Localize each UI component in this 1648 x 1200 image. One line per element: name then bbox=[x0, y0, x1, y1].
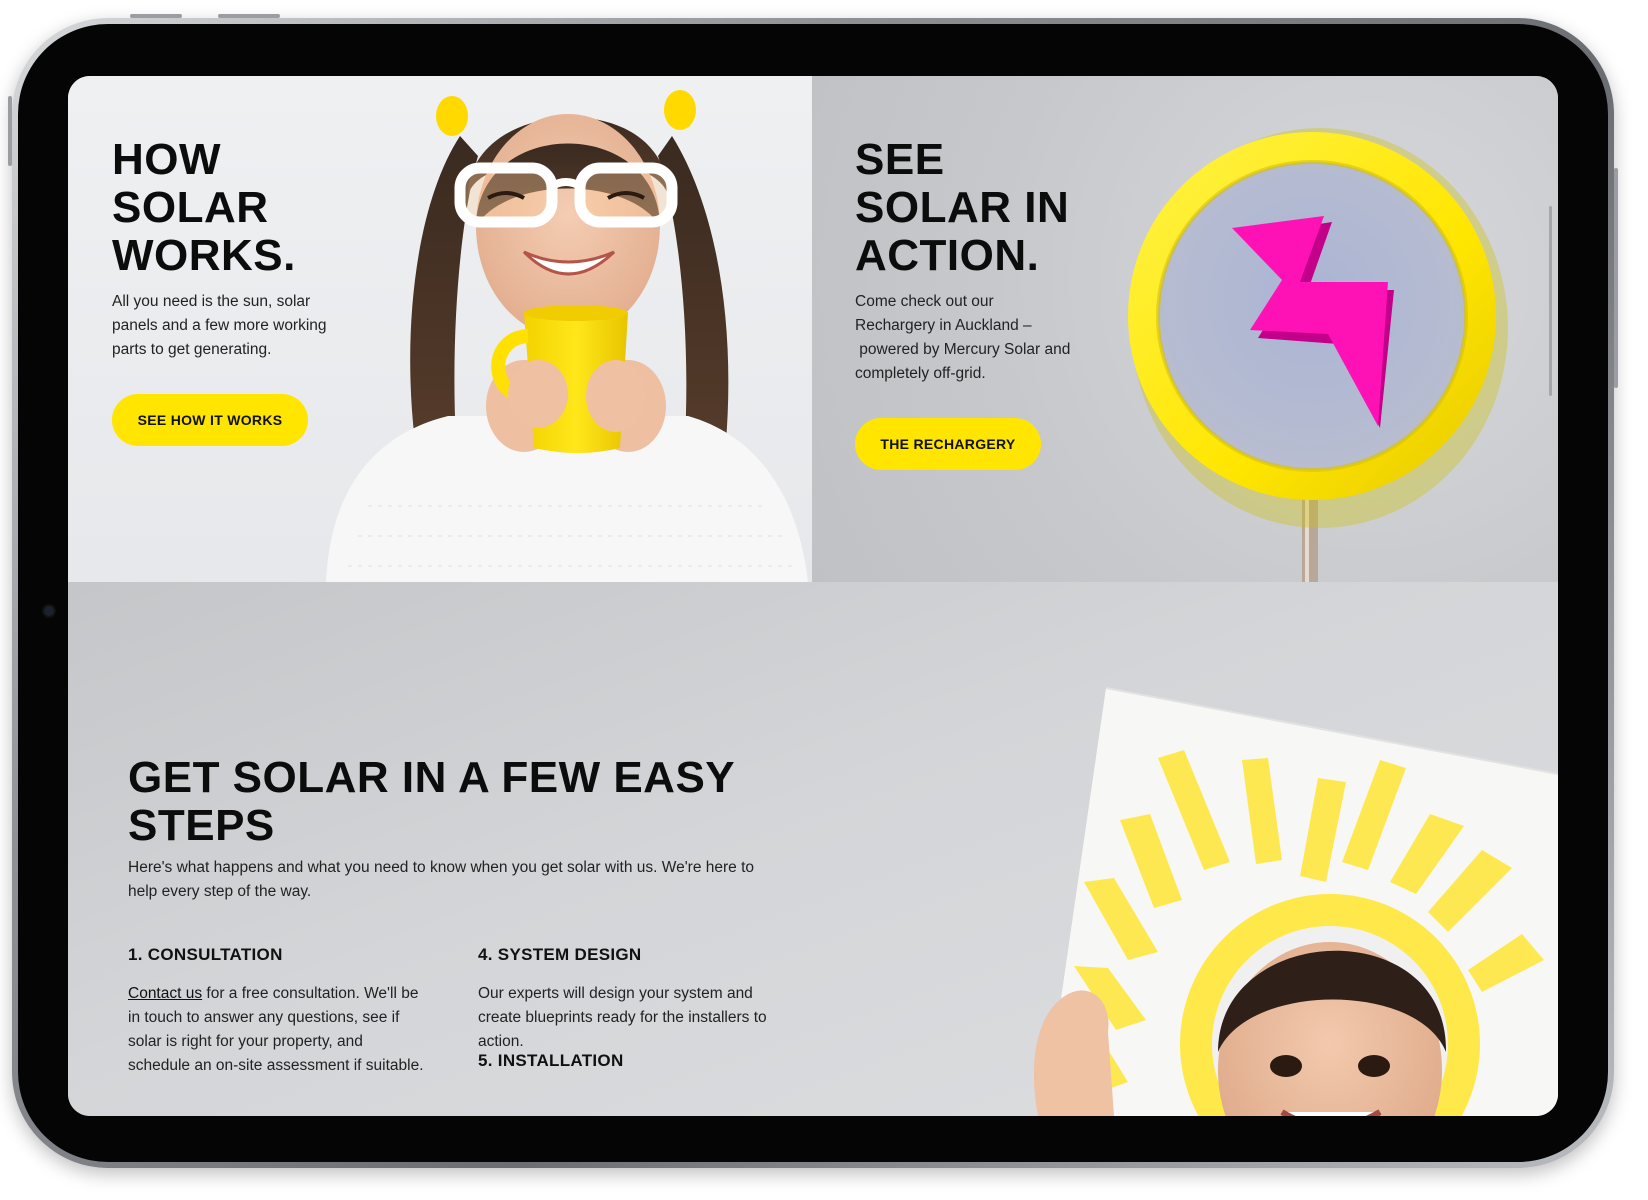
side-button bbox=[1614, 168, 1618, 388]
step-body-system-design: Our experts will design your system and … bbox=[478, 985, 767, 1050]
contact-us-link[interactable]: Contact us bbox=[128, 985, 202, 1002]
easy-steps-section: GET SOLAR IN A FEW EASY STEPS Here's wha… bbox=[68, 582, 1558, 1116]
title-line: STEPS bbox=[128, 801, 275, 850]
see-how-it-works-button[interactable]: SEE HOW IT WORKS bbox=[112, 394, 308, 446]
title-line: SOLAR IN bbox=[855, 183, 1070, 232]
description-line: Come check out our bbox=[855, 293, 994, 310]
step-heading-consultation: 1. CONSULTATION bbox=[128, 945, 283, 964]
title-line: SOLAR bbox=[112, 183, 269, 232]
description-line: completely off-grid. bbox=[855, 365, 986, 382]
title-line: SEE bbox=[855, 135, 945, 184]
title-line: ACTION. bbox=[855, 231, 1040, 280]
scrollbar-thumb[interactable] bbox=[1549, 206, 1552, 396]
the-rechargery-button[interactable]: THE RECHARGERY bbox=[855, 418, 1041, 470]
description-line: powered by Mercury Solar and bbox=[855, 341, 1071, 358]
description-line: Rechargery in Auckland – bbox=[855, 317, 1032, 334]
title-line: HOW bbox=[112, 135, 222, 184]
rechargery-description: Come check out our Rechargery in Aucklan… bbox=[855, 290, 1095, 386]
power-button bbox=[218, 14, 280, 18]
front-camera bbox=[44, 606, 54, 616]
title-line: WORKS. bbox=[112, 231, 296, 280]
side-button bbox=[8, 96, 12, 166]
volume-button bbox=[130, 14, 182, 18]
step-heading-system-design: 4. SYSTEM DESIGN bbox=[478, 945, 642, 964]
see-solar-in-action-panel: SEE SOLAR IN ACTION. Come check out our … bbox=[812, 76, 1558, 582]
how-solar-works-panel: HOW SOLAR WORKS. All you need is the sun… bbox=[68, 76, 812, 582]
web-page-screen: HOW SOLAR WORKS. All you need is the sun… bbox=[68, 76, 1558, 1116]
step-body-consultation: Contact us for a free consultation. We'l… bbox=[128, 982, 428, 1078]
title-line: GET SOLAR IN A FEW EASY bbox=[128, 753, 736, 802]
steps-section-title: GET SOLAR IN A FEW EASY STEPS bbox=[128, 754, 768, 850]
step-heading-installation: 5. INSTALLATION bbox=[478, 1051, 624, 1070]
how-solar-works-description: All you need is the sun, solar panels an… bbox=[112, 293, 327, 358]
steps-intro-text: Here's what happens and what you need to… bbox=[128, 859, 755, 900]
how-solar-works-title: HOW SOLAR WORKS. bbox=[112, 136, 412, 280]
see-solar-in-action-title: SEE SOLAR IN ACTION. bbox=[855, 136, 1155, 280]
